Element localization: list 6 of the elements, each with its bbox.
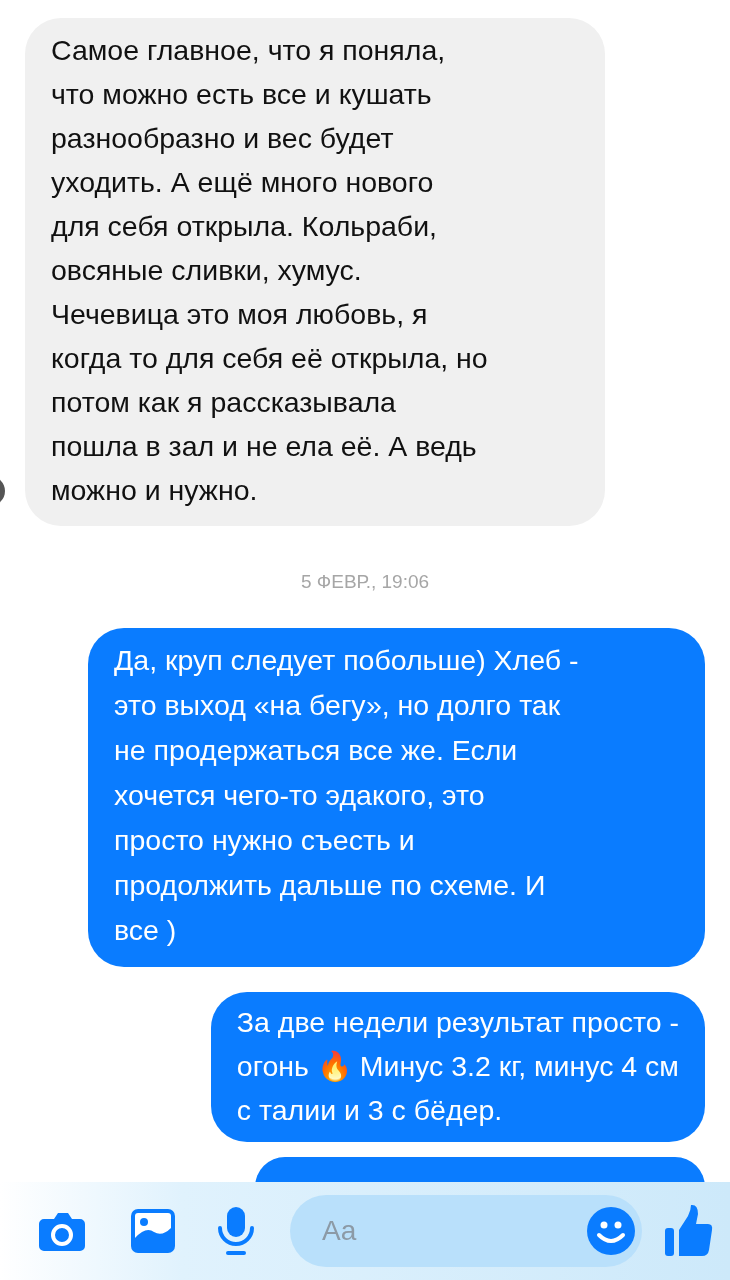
message-text-input[interactable]: Aa <box>320 1214 586 1248</box>
message-bubble: Да, круп следует побольше) Хлеб - это выход «на бегу», но долго так не продержаться все же. Если хочется чего-то эдакого, это просто нужно съесть и продолжить дальше по схеме. И все ) <box>88 628 705 967</box>
message-input[interactable]: Aa <box>290 1195 642 1267</box>
message-bubble: Самое главное, что я поняла, что можно есть все и кушать разнообразно и вес будет уходить. А ещё много нового для себя открыла. Кольраби, овсяные сливки, хумус. Чечевица это моя любовь, я когда то для себя её открыла, но потом как я рассказывала пошла в зал и не ела её. А ведь можно и нужно. <box>25 18 605 526</box>
message-bubble: За две недели результат просто - огонь 🔥 Минус 3.2 кг, минус 4 см с талии и 3 с бёдер. <box>210 992 705 1142</box>
timestamp: 5 ФЕВР., 19:06 <box>299 571 431 593</box>
